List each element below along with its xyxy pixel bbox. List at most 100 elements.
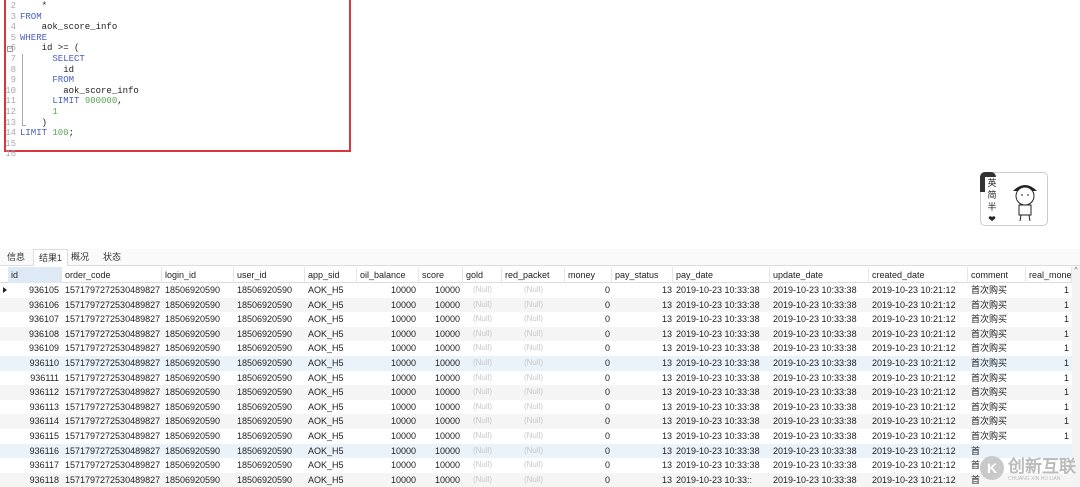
- cell-order_code[interactable]: 1571797272530489827: [62, 356, 162, 371]
- cell-order_code[interactable]: 1571797272530489827: [62, 429, 162, 444]
- cell-pay_status[interactable]: 13: [612, 312, 675, 327]
- cell-pay_date[interactable]: 2019-10-23 10:33:38: [673, 298, 770, 313]
- table-row[interactable]: 936111 1571797272530489827 18506920590 1850…: [0, 370, 1072, 386]
- cell-score[interactable]: 10000: [419, 312, 463, 327]
- cell-order_code[interactable]: 1571797272530489827: [62, 385, 162, 400]
- cell-id[interactable]: 936106: [8, 298, 62, 313]
- cell-login_id[interactable]: 18506920590: [162, 312, 234, 327]
- sql-editor[interactable]: − 英简半 ❤ 2 * 3 FROM 4 aok_score_info 5 WHERE 6 i…: [0, 0, 1080, 246]
- cell-score[interactable]: 10000: [419, 371, 463, 386]
- cell-order_code[interactable]: 1571797272530489827: [62, 458, 162, 473]
- cell-pay_status[interactable]: 13: [612, 327, 675, 342]
- cell-pay_date[interactable]: 2019-10-23 10:33:38: [673, 283, 770, 298]
- cell-app_sid[interactable]: AOK_H5: [305, 327, 357, 342]
- cell-oil_balance[interactable]: 10000: [357, 400, 419, 415]
- cell-update_date[interactable]: 2019-10-23 10:33:38: [770, 400, 869, 415]
- cell-user_id[interactable]: 18506920590: [234, 312, 305, 327]
- scroll-up-icon[interactable]: ^: [1072, 267, 1080, 274]
- column-header-money[interactable]: money: [565, 267, 612, 283]
- cell-update_date[interactable]: 2019-10-23 10:33:38: [770, 327, 869, 342]
- cell-created_date[interactable]: 2019-10-23 10:21:12: [869, 327, 968, 342]
- cell-id[interactable]: 936107: [8, 312, 62, 327]
- cell-oil_balance[interactable]: 10000: [357, 385, 419, 400]
- cell-comment[interactable]: 首次购买: [968, 341, 1026, 356]
- cell-score[interactable]: 10000: [419, 429, 463, 444]
- cell-user_id[interactable]: 18506920590: [234, 429, 305, 444]
- cell-money[interactable]: 0: [565, 356, 612, 371]
- cell-gold[interactable]: (Null): [463, 371, 502, 386]
- cell-created_date[interactable]: 2019-10-23 10:21:12: [869, 473, 968, 487]
- cell-order_code[interactable]: 1571797272530489827: [62, 371, 162, 386]
- cell-login_id[interactable]: 18506920590: [162, 429, 234, 444]
- cell-id[interactable]: 936117: [8, 458, 62, 473]
- cell-gold[interactable]: (Null): [463, 341, 502, 356]
- cell-app_sid[interactable]: AOK_H5: [305, 429, 357, 444]
- column-header-score[interactable]: score: [419, 267, 463, 283]
- cell-app_sid[interactable]: AOK_H5: [305, 473, 357, 487]
- cell-id[interactable]: 936109: [8, 341, 62, 356]
- cell-red_packet[interactable]: (Null): [502, 298, 565, 313]
- cell-update_date[interactable]: 2019-10-23 10:33:38: [770, 414, 869, 429]
- cell-score[interactable]: 10000: [419, 356, 463, 371]
- cell-pay_date[interactable]: 2019-10-23 10:33:38: [673, 356, 770, 371]
- cell-gold[interactable]: (Null): [463, 429, 502, 444]
- cell-pay_date[interactable]: 2019-10-23 10:33::: [673, 473, 770, 487]
- cell-gold[interactable]: (Null): [463, 414, 502, 429]
- cell-id[interactable]: 936112: [8, 385, 62, 400]
- cell-real_mone[interactable]: 1: [1026, 283, 1072, 298]
- cell-money[interactable]: 0: [565, 283, 612, 298]
- cell-score[interactable]: 10000: [419, 327, 463, 342]
- cell-red_packet[interactable]: (Null): [502, 371, 565, 386]
- cell-login_id[interactable]: 18506920590: [162, 356, 234, 371]
- cell-oil_balance[interactable]: 10000: [357, 312, 419, 327]
- cell-user_id[interactable]: 18506920590: [234, 400, 305, 415]
- cell-red_packet[interactable]: (Null): [502, 414, 565, 429]
- table-row[interactable]: 936112 1571797272530489827 18506920590 1850…: [0, 385, 1072, 400]
- cell-created_date[interactable]: 2019-10-23 10:21:12: [869, 385, 968, 400]
- cell-update_date[interactable]: 2019-10-23 10:33:38: [770, 283, 869, 298]
- cell-pay_status[interactable]: 13: [612, 458, 675, 473]
- cell-order_code[interactable]: 1571797272530489827: [62, 444, 162, 459]
- cell-login_id[interactable]: 18506920590: [162, 385, 234, 400]
- column-header-real_mone[interactable]: real_mone: [1026, 267, 1072, 283]
- tab-1[interactable]: 信息: [2, 249, 30, 266]
- cell-comment[interactable]: 首次购买: [968, 400, 1026, 415]
- cell-real_mone[interactable]: 1: [1026, 327, 1072, 342]
- cell-app_sid[interactable]: AOK_H5: [305, 444, 357, 459]
- cell-comment[interactable]: 首次购买: [968, 356, 1026, 371]
- cell-comment[interactable]: 首次购买: [968, 298, 1026, 313]
- cell-gold[interactable]: (Null): [463, 400, 502, 415]
- cell-oil_balance[interactable]: 10000: [357, 341, 419, 356]
- cell-score[interactable]: 10000: [419, 458, 463, 473]
- cell-comment[interactable]: 首次购买: [968, 429, 1026, 444]
- cell-money[interactable]: 0: [565, 341, 612, 356]
- cell-order_code[interactable]: 1571797272530489827: [62, 414, 162, 429]
- cell-oil_balance[interactable]: 10000: [357, 283, 419, 298]
- cell-created_date[interactable]: 2019-10-23 10:21:12: [869, 312, 968, 327]
- cell-pay_status[interactable]: 13: [612, 356, 675, 371]
- cell-order_code[interactable]: 1571797272530489827: [62, 400, 162, 415]
- tab-3[interactable]: 概况: [66, 249, 94, 266]
- cell-update_date[interactable]: 2019-10-23 10:33:38: [770, 356, 869, 371]
- cell-order_code[interactable]: 1571797272530489827: [62, 341, 162, 356]
- cell-login_id[interactable]: 18506920590: [162, 444, 234, 459]
- cell-user_id[interactable]: 18506920590: [234, 341, 305, 356]
- cell-id[interactable]: 936110: [8, 356, 62, 371]
- cell-money[interactable]: 0: [565, 429, 612, 444]
- cell-red_packet[interactable]: (Null): [502, 356, 565, 371]
- cell-pay_status[interactable]: 13: [612, 429, 675, 444]
- cell-pay_date[interactable]: 2019-10-23 10:33:38: [673, 327, 770, 342]
- cell-money[interactable]: 0: [565, 371, 612, 386]
- cell-pay_status[interactable]: 13: [612, 298, 675, 313]
- result-grid[interactable]: id order_code login_id user_id app_sid oil_ba…: [0, 267, 1080, 487]
- column-header-comment[interactable]: comment: [968, 267, 1026, 283]
- cell-pay_status[interactable]: 13: [612, 414, 675, 429]
- cell-app_sid[interactable]: AOK_H5: [305, 283, 357, 298]
- cell-pay_date[interactable]: 2019-10-23 10:33:38: [673, 444, 770, 459]
- column-header-pay_date[interactable]: pay_date: [673, 267, 770, 283]
- cell-real_mone[interactable]: 1: [1026, 341, 1072, 356]
- column-header-pay_status[interactable]: pay_status: [612, 267, 673, 283]
- table-row[interactable]: 936108 1571797272530489827 18506920590 1850…: [0, 326, 1072, 342]
- cell-app_sid[interactable]: AOK_H5: [305, 312, 357, 327]
- cell-created_date[interactable]: 2019-10-23 10:21:12: [869, 414, 968, 429]
